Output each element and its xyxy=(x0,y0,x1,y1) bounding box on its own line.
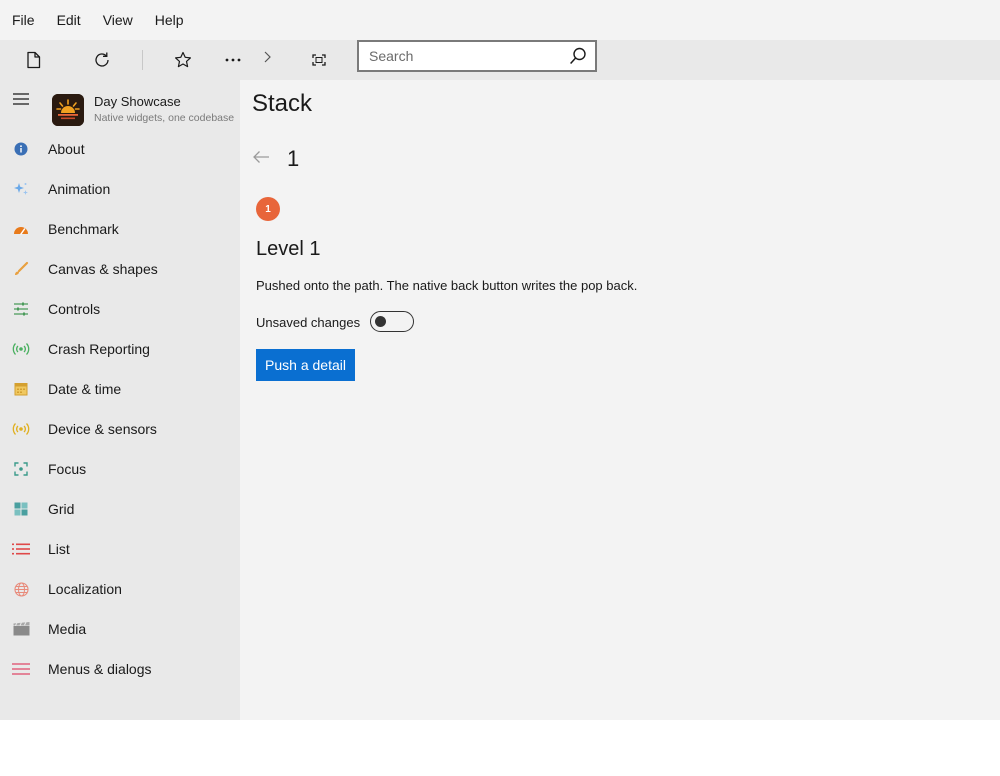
search-icon[interactable] xyxy=(569,47,587,70)
sidebar-item-list[interactable]: List xyxy=(0,529,240,569)
unsaved-changes-label: Unsaved changes xyxy=(256,315,361,330)
menu-view[interactable]: View xyxy=(103,12,133,28)
brush-icon xyxy=(12,260,30,278)
menu-help[interactable]: Help xyxy=(155,12,184,28)
app-logo xyxy=(52,94,84,126)
search-input[interactable] xyxy=(359,42,559,70)
sidebar-item-label: Media xyxy=(48,621,87,637)
sidebar-item-media[interactable]: Media xyxy=(0,609,240,649)
sidebar-item-grid[interactable]: Grid xyxy=(0,489,240,529)
sidebar-item-benchmark[interactable]: Benchmark xyxy=(0,209,240,249)
sliders-icon xyxy=(12,300,30,318)
sidebar-item-focus[interactable]: Focus xyxy=(0,449,240,489)
sidebar-item-label: List xyxy=(48,541,70,557)
info-icon xyxy=(12,140,30,158)
menu-bar: File Edit View Help xyxy=(0,0,1000,40)
fullscreen-icon[interactable] xyxy=(301,40,337,80)
sidebar-item-date-time[interactable]: Date & time xyxy=(0,369,240,409)
sidebar-item-label: Date & time xyxy=(48,381,122,397)
sensor-icon xyxy=(12,420,30,438)
unsaved-changes-toggle[interactable] xyxy=(370,311,414,332)
sidebar-item-menus-dialogs[interactable]: Menus & dialogs xyxy=(0,649,240,689)
grid-icon xyxy=(12,500,30,518)
star-icon[interactable] xyxy=(165,40,201,80)
sidebar-item-animation[interactable]: Animation xyxy=(0,169,240,209)
sidebar-item-label: Localization xyxy=(48,581,122,597)
focus-icon xyxy=(12,460,30,478)
app-window: File Edit View Help Search Day Showcase … xyxy=(0,0,1000,720)
sidebar-item-label: Grid xyxy=(48,501,75,517)
sidebar-item-label: Benchmark xyxy=(48,221,119,237)
sidebar-item-device-sensors[interactable]: Device & sensors xyxy=(0,409,240,449)
page-title: Stack xyxy=(252,90,313,117)
sparkle-icon xyxy=(12,180,30,198)
app-subtitle: Native widgets, one codebase xyxy=(94,112,235,124)
level-title: Level 1 xyxy=(256,238,321,260)
main-content: Stack 1 1 Level 1 Pushed onto the path. … xyxy=(240,80,1000,720)
gauge-icon xyxy=(12,220,30,238)
app-title: Day Showcase xyxy=(94,94,181,109)
sidebar-item-label: About xyxy=(48,141,85,157)
menu-file[interactable]: File xyxy=(12,12,35,28)
more-icon[interactable] xyxy=(215,40,251,80)
nav-list: About Animation Benchmark Canvas & shape… xyxy=(0,129,240,689)
sidebar-item-crash-reporting[interactable]: Crash Reporting xyxy=(0,329,240,369)
toggle-knob xyxy=(375,316,386,327)
search-box xyxy=(357,40,597,72)
calendar-icon xyxy=(12,380,30,398)
back-arrow-icon[interactable] xyxy=(248,144,274,170)
toolbar-separator xyxy=(142,50,143,70)
menu-lines-icon xyxy=(12,660,30,678)
level-badge: 1 xyxy=(256,197,280,221)
new-page-icon[interactable] xyxy=(16,40,52,80)
sidebar-item-label: Device & sensors xyxy=(48,421,157,437)
hamburger-icon[interactable] xyxy=(10,88,32,110)
globe-icon xyxy=(12,580,30,598)
sidebar: Day Showcase Native widgets, one codebas… xyxy=(0,80,240,720)
broadcast-icon xyxy=(12,340,30,358)
sidebar-item-label: Focus xyxy=(48,461,87,477)
sidebar-item-label: Controls xyxy=(48,301,101,317)
sidebar-item-label: Menus & dialogs xyxy=(48,661,152,677)
refresh-icon[interactable] xyxy=(84,40,120,80)
sidebar-item-about[interactable]: About xyxy=(0,129,240,169)
sidebar-item-label: Animation xyxy=(48,181,111,197)
sidebar-item-localization[interactable]: Localization xyxy=(0,569,240,609)
sidebar-item-label: Crash Reporting xyxy=(48,341,150,357)
clapper-icon xyxy=(12,620,30,638)
level-number: 1 xyxy=(287,146,300,171)
sidebar-item-canvas-shapes[interactable]: Canvas & shapes xyxy=(0,249,240,289)
list-icon xyxy=(12,540,30,558)
push-detail-button[interactable]: Push a detail xyxy=(256,349,355,381)
sidebar-item-controls[interactable]: Controls xyxy=(0,289,240,329)
menu-edit[interactable]: Edit xyxy=(57,12,81,28)
sidebar-item-label: Canvas & shapes xyxy=(48,261,158,277)
chevron-right-icon[interactable] xyxy=(249,40,285,74)
level-description: Pushed onto the path. The native back bu… xyxy=(256,278,638,293)
